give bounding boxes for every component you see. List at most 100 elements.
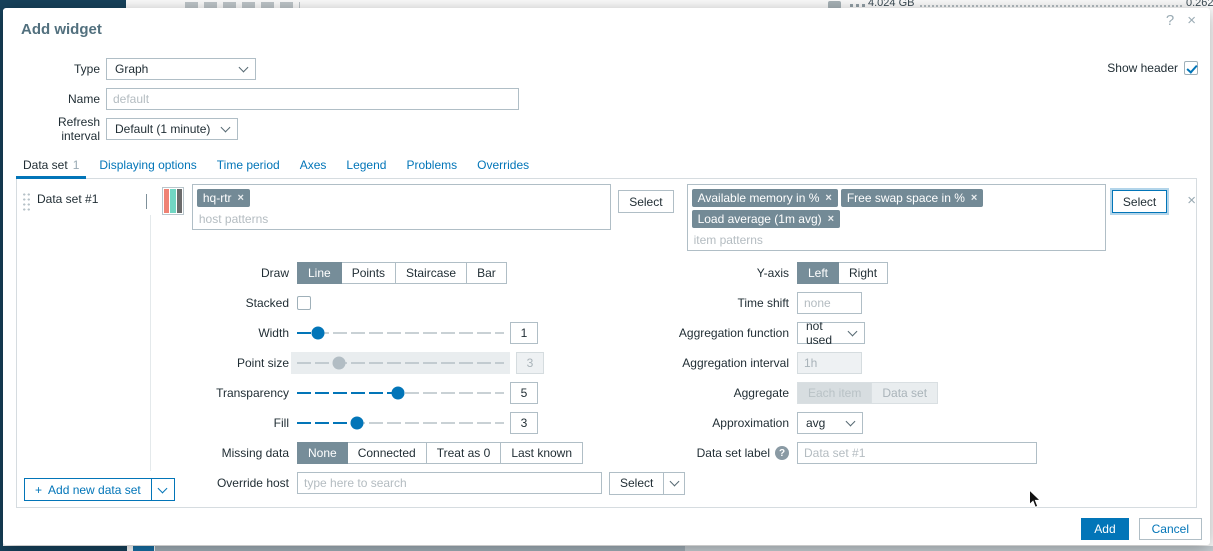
fill-slider-thumb[interactable]: [351, 417, 364, 430]
transparency-slider-thumb[interactable]: [392, 387, 405, 400]
tag-remove-icon[interactable]: ×: [828, 213, 834, 225]
cancel-button[interactable]: Cancel: [1139, 518, 1202, 540]
aggregation-interval-label: Aggregation interval: [682, 356, 789, 370]
chevron-down-icon: [846, 417, 856, 427]
time-shift-input[interactable]: [797, 292, 862, 314]
tab-legend[interactable]: Legend: [339, 153, 393, 179]
tag-remove-icon[interactable]: ×: [971, 192, 977, 204]
host-patterns-placeholder: host patterns: [197, 209, 606, 226]
add-button[interactable]: Add: [1081, 518, 1128, 540]
draw-option-staircase[interactable]: Staircase: [395, 262, 467, 284]
draw-option-bar[interactable]: Bar: [466, 262, 507, 284]
item-tag: Available memory in % ×: [692, 189, 838, 207]
close-icon[interactable]: ×: [1187, 12, 1196, 30]
point-size-value-input: [516, 352, 544, 374]
aggregate-segmented: Each item Data set: [797, 382, 938, 404]
tab-data-set[interactable]: Data set 1: [16, 153, 86, 179]
aggregate-label: Aggregate: [734, 386, 789, 400]
fill-slider[interactable]: [297, 412, 504, 434]
tab-label: Data set: [23, 158, 68, 172]
help-circle-icon[interactable]: ?: [775, 446, 789, 460]
show-header-label: Show header: [1107, 61, 1178, 75]
chevron-down-icon: [221, 123, 231, 133]
host-patterns-multiselect[interactable]: hq-rtr × host patterns: [192, 184, 611, 230]
aggregate-option-each-item: Each item: [797, 382, 872, 404]
chevron-down-icon: [158, 483, 168, 493]
missing-data-option-connected[interactable]: Connected: [347, 442, 427, 464]
background-bottom-sidebar: [0, 546, 127, 551]
yaxis-label: Y-axis: [757, 266, 789, 280]
width-slider[interactable]: [297, 322, 504, 344]
yaxis-option-right[interactable]: Right: [838, 262, 888, 284]
background-dotted-leader: [920, 5, 1182, 7]
override-host-select-button[interactable]: Select: [609, 472, 663, 495]
host-select-button[interactable]: Select: [618, 190, 673, 213]
show-header-checkbox[interactable]: [1184, 61, 1198, 75]
add-new-data-set: + Add new data set: [24, 478, 175, 501]
tag-remove-icon[interactable]: ×: [825, 192, 831, 204]
accordion-line: [150, 215, 151, 471]
draw-label: Draw: [17, 266, 297, 280]
type-select-value: Graph: [115, 62, 148, 76]
item-tag: Free swap space in % ×: [841, 189, 984, 207]
transparency-label: Transparency: [17, 386, 297, 400]
tab-problems[interactable]: Problems: [399, 153, 464, 179]
yaxis-option-left[interactable]: Left: [797, 262, 839, 284]
chevron-down-icon: [239, 63, 249, 73]
remove-data-set-icon[interactable]: ×: [1187, 194, 1196, 208]
override-host-select-dropdown[interactable]: [663, 472, 685, 495]
background-bottom-bar-light: [685, 546, 1213, 551]
add-new-data-set-dropdown[interactable]: [151, 478, 175, 501]
type-select[interactable]: Graph: [106, 58, 256, 80]
approximation-select[interactable]: avg: [797, 412, 863, 434]
item-patterns-placeholder: item patterns: [692, 230, 1101, 247]
width-value-input[interactable]: [510, 322, 538, 344]
drag-handle[interactable]: [22, 192, 31, 211]
tag-remove-icon[interactable]: ×: [238, 192, 244, 204]
draw-option-points[interactable]: Points: [341, 262, 396, 284]
tab-label: Problems: [406, 158, 457, 172]
missing-data-option-none[interactable]: None: [297, 442, 348, 464]
item-tag-label: Available memory in %: [698, 191, 820, 205]
tab-badge: 1: [73, 158, 80, 172]
refresh-interval-select[interactable]: Default (1 minute): [106, 118, 238, 140]
missing-data-option-last-known[interactable]: Last known: [500, 442, 583, 464]
transparency-slider[interactable]: [297, 382, 504, 404]
data-set-title: Data set #1: [37, 192, 136, 206]
item-patterns-multiselect[interactable]: Available memory in % × Free swap space …: [687, 184, 1106, 251]
fill-value-input[interactable]: [510, 412, 538, 434]
refresh-interval-value: Default (1 minute): [115, 122, 210, 136]
widget-config-form: Type Graph Name Refresh interval Default…: [21, 58, 519, 148]
width-slider-thumb[interactable]: [311, 327, 324, 340]
tab-time-period[interactable]: Time period: [210, 153, 287, 179]
aggregation-function-select[interactable]: not used: [797, 322, 865, 344]
help-icon[interactable]: ?: [1166, 12, 1174, 30]
tab-label: Legend: [346, 158, 386, 172]
aggregation-function-value: not used: [806, 319, 841, 347]
stacked-checkbox[interactable]: [297, 296, 311, 310]
data-set-label-input[interactable]: [797, 442, 1037, 464]
item-tag: Load average (1m avg) ×: [692, 210, 841, 228]
add-new-data-set-button[interactable]: + Add new data set: [24, 478, 152, 501]
draw-option-line[interactable]: Line: [297, 262, 342, 284]
tab-label: Axes: [300, 158, 327, 172]
collapse-button[interactable]: [146, 194, 147, 208]
add-widget-dialog: Add widget ? × Type Graph Name Refresh i…: [3, 8, 1210, 545]
tab-overrides[interactable]: Overrides: [470, 153, 536, 179]
stacked-label: Stacked: [17, 296, 297, 310]
override-host-input[interactable]: [297, 472, 602, 494]
color-palette-button[interactable]: [162, 187, 184, 215]
tab-axes[interactable]: Axes: [293, 153, 334, 179]
tab-displaying-options[interactable]: Displaying options: [92, 153, 203, 179]
item-select-button[interactable]: Select: [1112, 190, 1167, 213]
time-shift-label: Time shift: [737, 296, 789, 310]
approximation-value: avg: [806, 416, 825, 430]
type-label: Type: [21, 62, 106, 76]
tab-label: Displaying options: [99, 158, 196, 172]
name-input[interactable]: [106, 88, 519, 110]
chevron-down-icon: [848, 327, 858, 337]
tab-label: Time period: [217, 158, 280, 172]
missing-data-option-treat-as-0[interactable]: Treat as 0: [426, 442, 502, 464]
palette-color-gray: [177, 189, 182, 213]
transparency-value-input[interactable]: [510, 382, 538, 404]
